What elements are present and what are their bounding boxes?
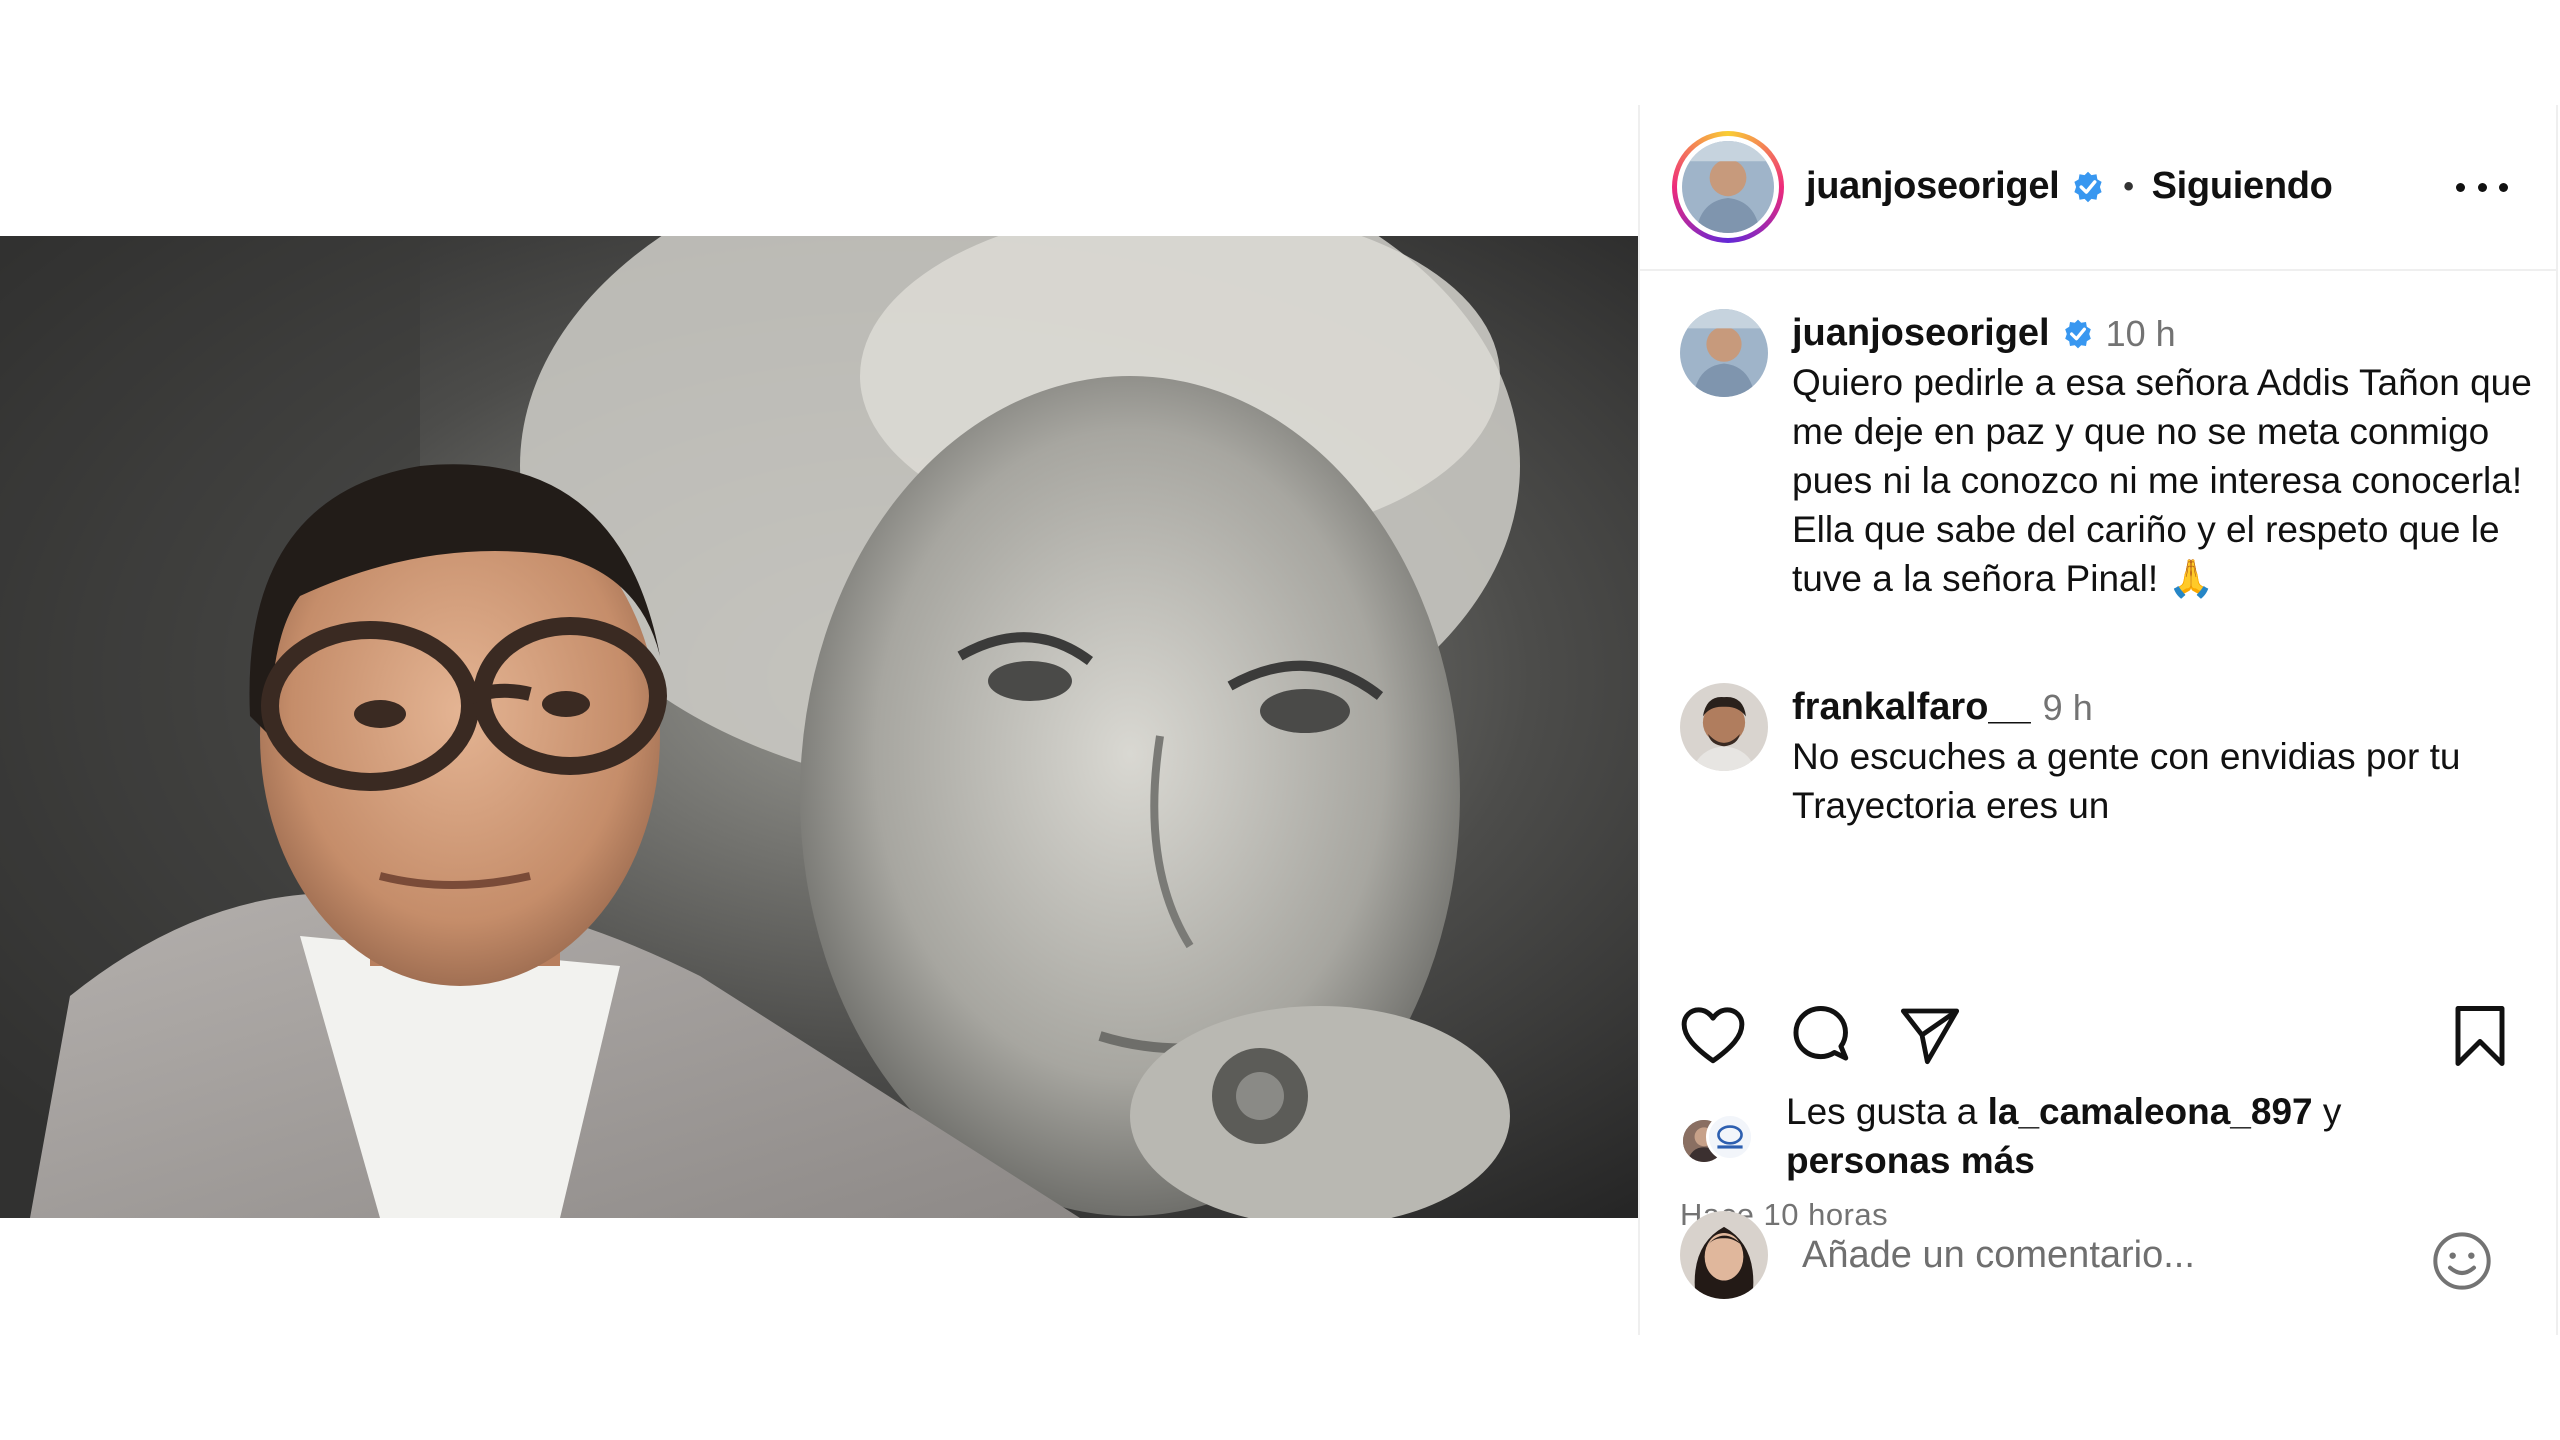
- comment-input[interactable]: [1800, 1225, 2420, 1285]
- comment-avatar[interactable]: [1680, 683, 1768, 771]
- likes-middle: y: [2312, 1091, 2342, 1132]
- story-ring[interactable]: [1672, 131, 1784, 243]
- comment-icon[interactable]: [1788, 1003, 1854, 1069]
- avatar: [1682, 141, 1774, 233]
- caption-username[interactable]: juanjoseorigel: [1792, 309, 2050, 358]
- add-comment-bar: [1640, 1189, 2556, 1335]
- heart-icon[interactable]: [1680, 1005, 1746, 1067]
- post-photo-illustration: [0, 236, 1638, 1218]
- smile-icon[interactable]: [2430, 1229, 2494, 1293]
- header-user: juanjoseorigel • Siguiendo: [1806, 165, 2333, 208]
- likes-text: Les gusta a la_camaleona_897 y personas …: [1786, 1087, 2506, 1185]
- send-icon[interactable]: [1898, 1003, 1962, 1067]
- liker-avatars[interactable]: [1680, 1113, 1754, 1173]
- post-details-panel: juanjoseorigel • Siguiendo juanjoseorige…: [1638, 105, 2558, 1335]
- caption-text: Quiero pedirle a esa señora Addis Tañon …: [1792, 362, 2532, 599]
- header-separator: •: [2123, 169, 2134, 203]
- more-options-icon[interactable]: [2456, 169, 2508, 205]
- likes-others-link[interactable]: personas más: [1786, 1140, 2035, 1181]
- likes-prefix: Les gusta a: [1786, 1091, 1988, 1132]
- current-user-avatar: [1680, 1211, 1768, 1299]
- verified-badge-icon: [2064, 319, 2091, 348]
- post-header: juanjoseorigel • Siguiendo: [1640, 105, 2556, 271]
- caption-time[interactable]: 10 h: [2106, 309, 2176, 358]
- comment-username[interactable]: frankalfaro__: [1792, 683, 2031, 732]
- comment-time[interactable]: 9 h: [2043, 683, 2093, 732]
- bookmark-icon[interactable]: [2452, 1003, 2508, 1069]
- following-button[interactable]: Siguiendo: [2152, 165, 2333, 208]
- caption-avatar[interactable]: [1680, 309, 1768, 397]
- header-username[interactable]: juanjoseorigel: [1806, 165, 2060, 208]
- comments-list: juanjoseorigel 10 h Quiero pedirle a esa…: [1640, 273, 2556, 965]
- comment-text: No escuches a gente con envidias por tu …: [1792, 736, 2461, 826]
- post-image[interactable]: [0, 236, 1638, 1218]
- verified-badge-icon: [2074, 171, 2103, 202]
- liker-username[interactable]: la_camaleona_897: [1988, 1091, 2313, 1132]
